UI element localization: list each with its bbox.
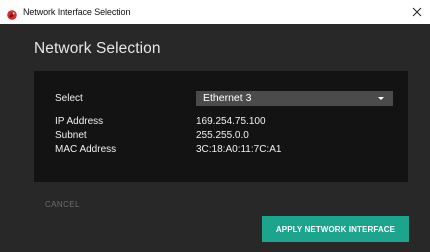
mac-address-label: MAC Address xyxy=(55,144,117,155)
mac-address-row: MAC Address 3C:18:A0:11:7C:A1 xyxy=(55,144,395,158)
mac-address-value: 3C:18:A0:11:7C:A1 xyxy=(196,144,282,155)
close-button[interactable] xyxy=(408,3,426,21)
dropdown-selected-value: Ethernet 3 xyxy=(203,92,252,104)
apply-network-interface-button[interactable]: APPLY NETWORK INTERFACE xyxy=(262,216,409,242)
network-interface-dropdown[interactable]: Ethernet 3 xyxy=(196,91,393,106)
subnet-label: Subnet xyxy=(55,130,87,141)
cancel-button[interactable]: CANCEL xyxy=(45,200,80,209)
window-title: Network Interface Selection xyxy=(23,7,131,17)
title-bar: Network Interface Selection xyxy=(0,0,430,24)
ip-address-row: IP Address 169.254.75.100 xyxy=(55,116,395,130)
select-label: Select xyxy=(55,93,83,104)
close-icon xyxy=(412,7,422,17)
chevron-down-icon xyxy=(378,97,384,100)
dialog-heading: Network Selection xyxy=(34,40,161,57)
app-icon xyxy=(7,7,17,20)
network-details-panel: Select Ethernet 3 IP Address 169.254.75.… xyxy=(34,71,408,182)
subnet-value: 255.255.0.0 xyxy=(196,130,249,141)
ip-address-label: IP Address xyxy=(55,116,104,127)
subnet-row: Subnet 255.255.0.0 xyxy=(55,130,395,144)
ip-address-value: 169.254.75.100 xyxy=(196,116,266,127)
